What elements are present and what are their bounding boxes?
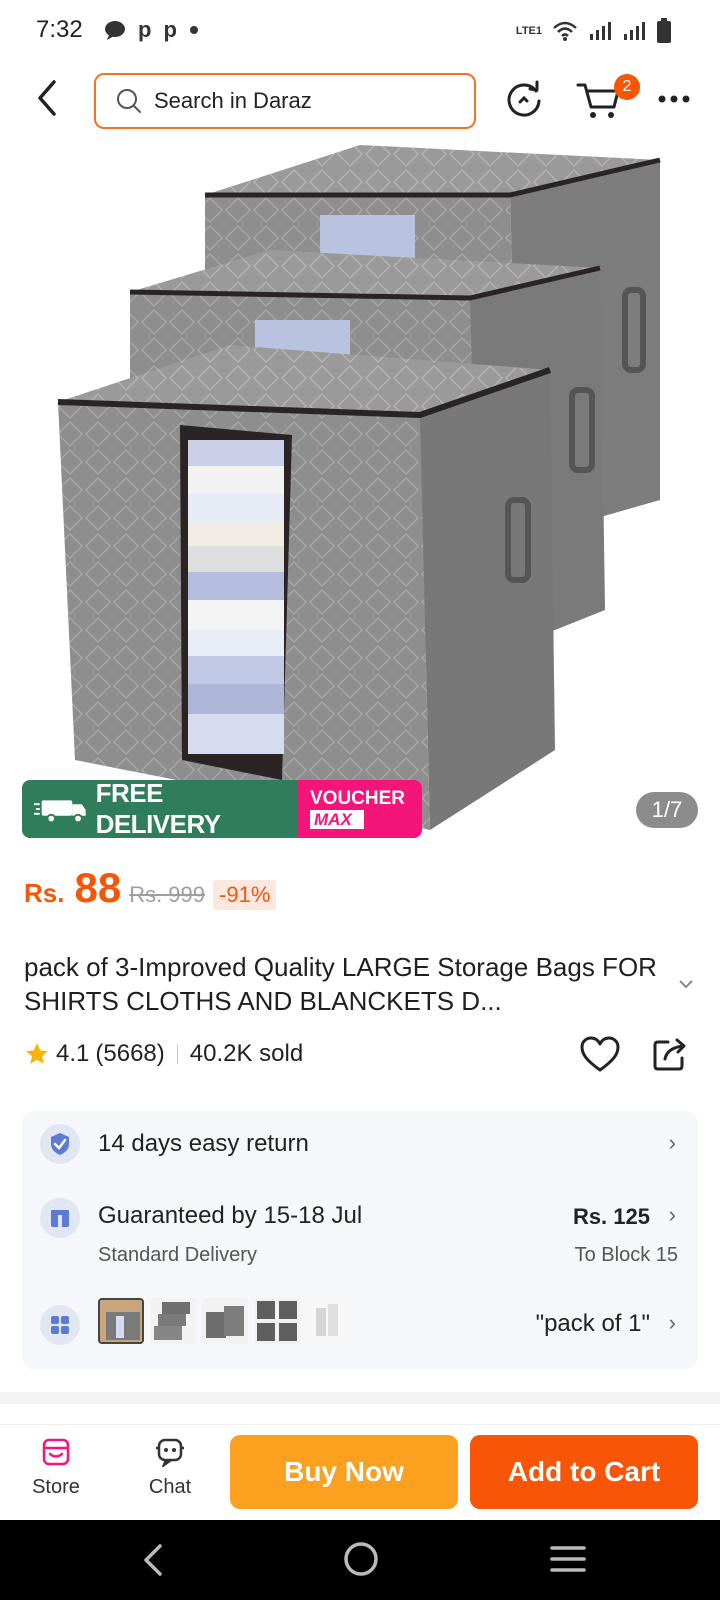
image-counter: 1/7 xyxy=(636,792,698,828)
review-count: (5668) xyxy=(95,1040,165,1067)
chevron-down-icon xyxy=(679,980,693,989)
battery-icon xyxy=(657,18,671,43)
system-navigation-bar xyxy=(0,1520,720,1600)
expand-title-button[interactable] xyxy=(678,976,694,994)
signal-icon xyxy=(590,22,611,40)
price-original: Rs. 999 xyxy=(129,882,206,907)
star-icon xyxy=(26,1043,48,1064)
voucher-label: VOUCHER xyxy=(310,788,406,809)
chevron-left-icon xyxy=(38,80,56,116)
add-to-cart-button[interactable]: Add to Cart xyxy=(470,1435,698,1509)
discount-badge: -91% xyxy=(213,880,277,910)
rating-row[interactable]: 4.1 (5668) 40.2K sold xyxy=(24,1040,303,1068)
delivery-guarantee-label: Guaranteed by 15-18 Jul xyxy=(98,1202,363,1229)
return-policy-label: 14 days easy return xyxy=(98,1130,309,1157)
search-icon xyxy=(117,89,141,113)
sold-count: 40.2K sold xyxy=(189,1040,304,1067)
notification-letter: p xyxy=(138,17,152,42)
variant-thumbnail[interactable] xyxy=(254,1298,300,1344)
buy-now-button[interactable]: Buy Now xyxy=(230,1435,458,1509)
bottom-action-bar: Store Chat Buy Now Add to Cart xyxy=(0,1424,720,1520)
search-placeholder: Search in Daraz xyxy=(154,88,312,113)
divider xyxy=(176,1044,178,1064)
voucher-max-label: MAX xyxy=(310,810,364,829)
network-label: LTE1 xyxy=(515,24,542,37)
more-dots-icon xyxy=(658,95,690,103)
service-info-card: 14 days easy return › Guaranteed by 15-1… xyxy=(22,1110,698,1370)
nav-recents-button[interactable] xyxy=(550,1544,586,1579)
chat-icon xyxy=(156,1438,184,1469)
nav-back-button[interactable] xyxy=(138,1542,168,1583)
cart-count-badge: 2 xyxy=(614,74,640,100)
dot-icon xyxy=(189,26,198,34)
product-image xyxy=(57,145,661,830)
product-title[interactable]: pack of 3-Improved Quality LARGE Storage… xyxy=(24,950,664,1018)
nav-back-icon xyxy=(144,1544,162,1576)
status-right: LTE1 xyxy=(516,18,672,44)
wishlist-button[interactable] xyxy=(580,1036,620,1079)
history-button[interactable] xyxy=(502,77,546,121)
price-currency: Rs. xyxy=(24,878,65,908)
chat-label: Chat xyxy=(148,1476,192,1498)
price-row: Rs. 88 Rs. 999 -91% xyxy=(24,864,277,912)
variant-thumbnail[interactable] xyxy=(306,1298,352,1344)
rating-value: 4.1 xyxy=(56,1040,90,1067)
refresh-icon xyxy=(507,80,541,117)
chat-button[interactable]: Chat xyxy=(130,1437,210,1499)
shield-icon xyxy=(40,1124,80,1164)
share-button[interactable] xyxy=(652,1036,688,1077)
variant-thumbnail[interactable] xyxy=(202,1298,248,1344)
top-header: Search in Daraz 2 xyxy=(0,62,720,140)
delivery-location: To Block 15 xyxy=(574,1244,678,1266)
share-icon xyxy=(653,1038,686,1071)
notification-icons: p p xyxy=(104,17,199,43)
variant-thumbnails[interactable] xyxy=(98,1298,352,1344)
heart-icon xyxy=(580,1036,620,1072)
chevron-right-icon: › xyxy=(668,1310,676,1335)
free-delivery-badge: FREE DELIVERY xyxy=(22,780,298,838)
delivery-price: Rs. 125 xyxy=(572,1204,650,1229)
signal-icon xyxy=(624,22,645,40)
wifi-icon xyxy=(553,21,577,41)
grid-icon xyxy=(40,1305,80,1345)
nav-home-button[interactable] xyxy=(342,1540,380,1583)
back-button[interactable] xyxy=(28,76,68,120)
promo-banner: FREE DELIVERY VOUCHER MAX xyxy=(22,780,422,838)
chevron-right-icon: › xyxy=(668,1202,676,1227)
delivery-row[interactable]: Guaranteed by 15-18 Jul Standard Deliver… xyxy=(22,1180,698,1290)
variant-row[interactable]: "pack of 1" › xyxy=(22,1290,698,1360)
chat-bubble-icon xyxy=(105,21,125,40)
more-button[interactable] xyxy=(654,77,698,121)
voucher-max-badge: VOUCHER MAX xyxy=(298,780,422,838)
status-time: 7:32 xyxy=(36,16,83,43)
variant-thumbnail[interactable] xyxy=(98,1298,144,1344)
chevron-right-icon: › xyxy=(668,1130,676,1155)
product-gallery[interactable]: FREE DELIVERY VOUCHER MAX 1/7 xyxy=(0,140,720,852)
home-circle-icon xyxy=(344,1542,378,1576)
free-delivery-label: FREE DELIVERY xyxy=(95,780,222,838)
delivery-type-label: Standard Delivery xyxy=(98,1244,257,1266)
section-divider xyxy=(0,1392,720,1404)
return-policy-row[interactable]: 14 days easy return › xyxy=(22,1110,698,1180)
delivery-truck-icon xyxy=(34,800,86,824)
store-label: Store xyxy=(32,1476,80,1498)
status-bar: 7:32 p p LTE1 xyxy=(0,0,720,62)
search-input[interactable]: Search in Daraz xyxy=(94,73,476,129)
notification-letter: p xyxy=(163,17,177,42)
package-icon xyxy=(40,1198,80,1238)
variant-thumbnail[interactable] xyxy=(150,1298,196,1344)
price-current: 88 xyxy=(74,864,122,911)
store-button[interactable]: Store xyxy=(16,1437,96,1499)
selected-variant-label: "pack of 1" xyxy=(535,1310,650,1337)
menu-lines-icon xyxy=(550,1546,586,1572)
store-icon xyxy=(42,1438,70,1466)
